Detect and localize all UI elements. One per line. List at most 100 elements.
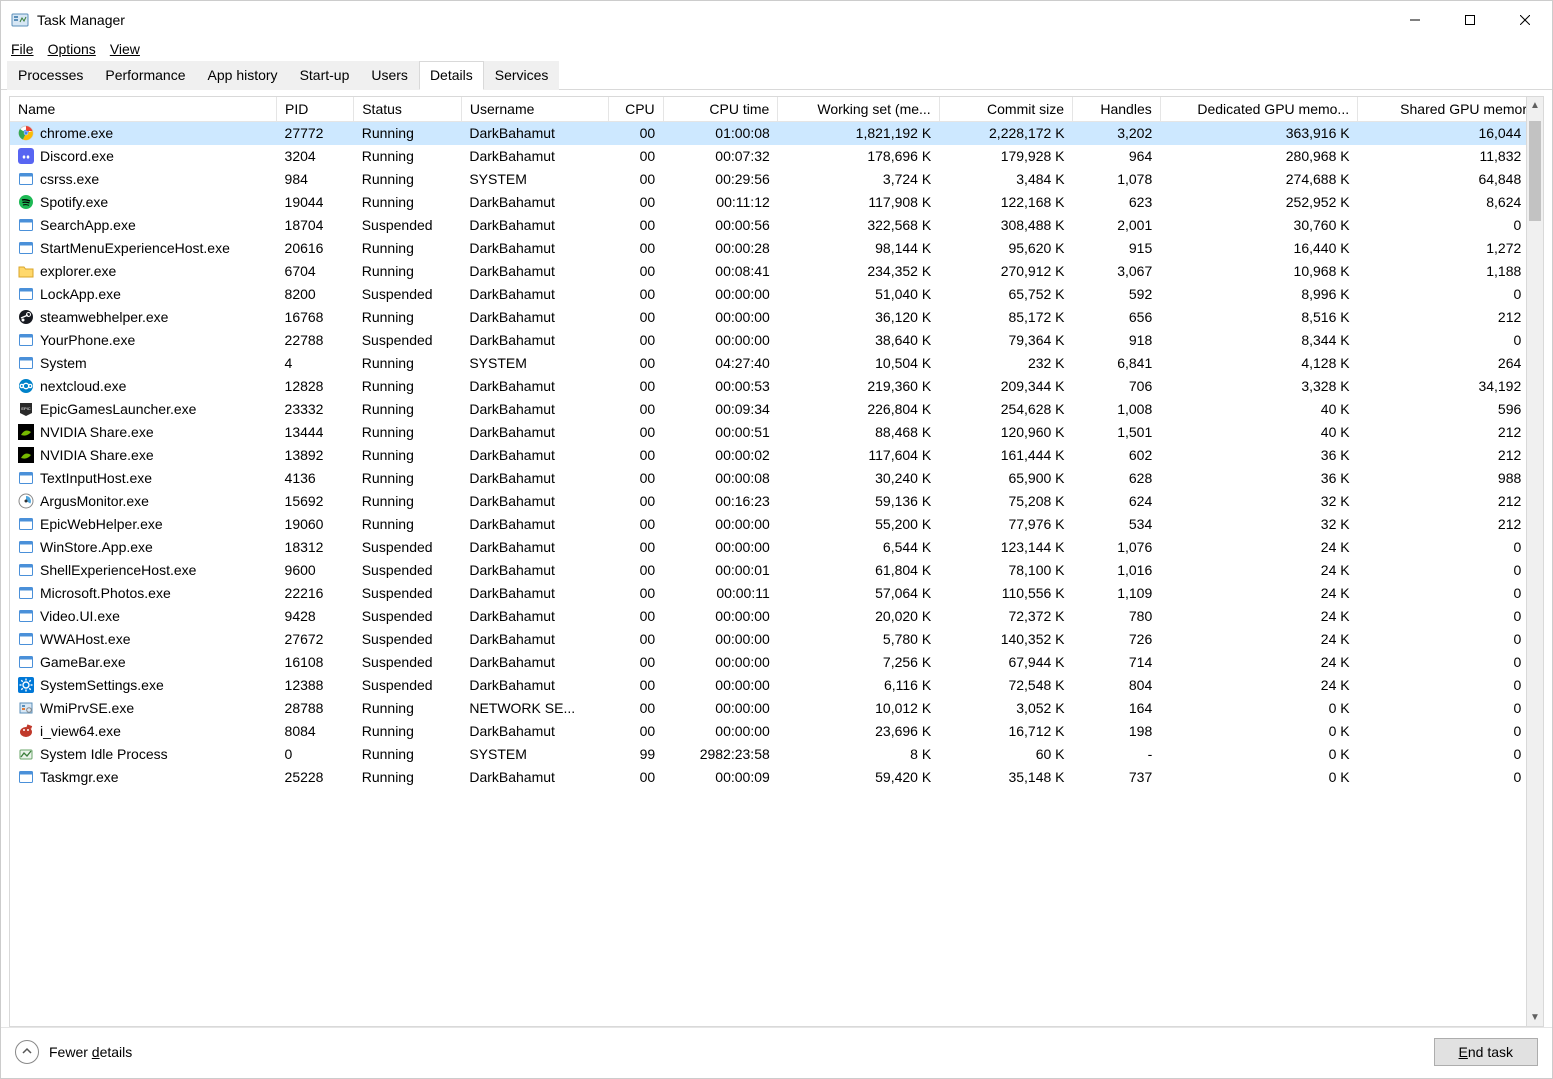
cell-cpu: 00: [609, 145, 663, 168]
cell-sgpu: 0 K: [1358, 582, 1543, 605]
process-row[interactable]: WWAHost.exe27672SuspendedDarkBahamut0000…: [10, 628, 1543, 651]
tab-start-up[interactable]: Start-up: [289, 61, 361, 90]
process-row[interactable]: ShellExperienceHost.exe9600SuspendedDark…: [10, 559, 1543, 582]
maximize-button[interactable]: [1442, 1, 1497, 39]
col-header-username[interactable]: Username: [461, 97, 608, 122]
process-row[interactable]: Discord.exe3204RunningDarkBahamut0000:07…: [10, 145, 1543, 168]
cell-sgpu: 64,848 K: [1358, 168, 1543, 191]
menu-file[interactable]: File: [11, 41, 34, 57]
scroll-thumb[interactable]: [1529, 121, 1541, 221]
cell-cpu: 00: [609, 697, 663, 720]
cell-cputime: 00:00:09: [663, 766, 778, 789]
process-icon: [18, 424, 34, 440]
tab-performance[interactable]: Performance: [94, 61, 196, 90]
tab-users[interactable]: Users: [360, 61, 419, 90]
col-header-cpu[interactable]: CPU: [609, 97, 663, 122]
process-icon: [18, 447, 34, 463]
end-task-button[interactable]: End task: [1434, 1038, 1538, 1066]
process-row[interactable]: NVIDIA Share.exe13892RunningDarkBahamut0…: [10, 444, 1543, 467]
process-name: EpicGamesLauncher.exe: [40, 401, 196, 417]
process-row[interactable]: i_view64.exe8084RunningDarkBahamut0000:0…: [10, 720, 1543, 743]
col-header-status[interactable]: Status: [354, 97, 462, 122]
cell-user: DarkBahamut: [461, 237, 608, 260]
process-row[interactable]: Video.UI.exe9428SuspendedDarkBahamut0000…: [10, 605, 1543, 628]
process-icon: [18, 309, 34, 325]
process-row[interactable]: csrss.exe984RunningSYSTEM0000:29:563,724…: [10, 168, 1543, 191]
col-header-handles[interactable]: Handles: [1073, 97, 1161, 122]
process-row[interactable]: WmiPrvSE.exe28788RunningNETWORK SE...000…: [10, 697, 1543, 720]
cell-commit: 35,148 K: [939, 766, 1072, 789]
col-header-name[interactable]: Name: [10, 97, 277, 122]
cell-cpu: 00: [609, 398, 663, 421]
process-row[interactable]: TextInputHost.exe4136RunningDarkBahamut0…: [10, 467, 1543, 490]
close-button[interactable]: [1497, 1, 1552, 39]
vertical-scrollbar[interactable]: ▲ ▼: [1526, 97, 1543, 1026]
process-icon: [18, 148, 34, 164]
process-row[interactable]: YourPhone.exe22788SuspendedDarkBahamut00…: [10, 329, 1543, 352]
process-row[interactable]: NVIDIA Share.exe13444RunningDarkBahamut0…: [10, 421, 1543, 444]
cell-ws: 117,908 K: [778, 191, 939, 214]
scroll-up-arrow[interactable]: ▲: [1527, 97, 1543, 114]
cell-user: DarkBahamut: [461, 191, 608, 214]
process-row[interactable]: SystemSettings.exe12388SuspendedDarkBaha…: [10, 674, 1543, 697]
col-header-commit[interactable]: Commit size: [939, 97, 1072, 122]
cell-sgpu: 8,624 K: [1358, 191, 1543, 214]
cell-dgpu: 32 K: [1160, 490, 1357, 513]
scroll-down-arrow[interactable]: ▼: [1527, 1009, 1543, 1026]
process-icon: [18, 769, 34, 785]
cell-status: Running: [354, 168, 462, 191]
cell-cputime: 00:29:56: [663, 168, 778, 191]
tab-processes[interactable]: Processes: [7, 61, 94, 90]
cell-handles: 592: [1073, 283, 1161, 306]
menu-options[interactable]: Options: [48, 41, 96, 57]
col-header-workingset[interactable]: Working set (me...: [778, 97, 939, 122]
process-row[interactable]: explorer.exe6704RunningDarkBahamut0000:0…: [10, 260, 1543, 283]
process-row[interactable]: SearchApp.exe18704SuspendedDarkBahamut00…: [10, 214, 1543, 237]
cell-status: Running: [354, 191, 462, 214]
cell-user: DarkBahamut: [461, 467, 608, 490]
tab-services[interactable]: Services: [484, 61, 560, 90]
cell-cputime: 00:00:00: [663, 674, 778, 697]
cell-commit: 16,712 K: [939, 720, 1072, 743]
cell-handles: 737: [1073, 766, 1161, 789]
cell-handles: 656: [1073, 306, 1161, 329]
process-row[interactable]: nextcloud.exe12828RunningDarkBahamut0000…: [10, 375, 1543, 398]
process-row[interactable]: System4RunningSYSTEM0004:27:4010,504 K23…: [10, 352, 1543, 375]
fewer-details-toggle[interactable]: Fewer details: [15, 1040, 132, 1064]
cell-handles: 915: [1073, 237, 1161, 260]
process-row[interactable]: StartMenuExperienceHost.exe20616RunningD…: [10, 237, 1543, 260]
process-row[interactable]: GameBar.exe16108SuspendedDarkBahamut0000…: [10, 651, 1543, 674]
tab-details[interactable]: Details: [419, 61, 484, 90]
process-row[interactable]: ArgusMonitor.exe15692RunningDarkBahamut0…: [10, 490, 1543, 513]
cell-pid: 4: [277, 352, 354, 375]
col-header-sgpu[interactable]: Shared GPU memory: [1358, 97, 1543, 122]
cell-cputime: 04:27:40: [663, 352, 778, 375]
cell-status: Suspended: [354, 605, 462, 628]
process-row[interactable]: Spotify.exe19044RunningDarkBahamut0000:1…: [10, 191, 1543, 214]
minimize-button[interactable]: [1387, 1, 1442, 39]
process-row[interactable]: chrome.exe27772RunningDarkBahamut0001:00…: [10, 122, 1543, 145]
cell-sgpu: 11,832 K: [1358, 145, 1543, 168]
cell-cpu: 00: [609, 605, 663, 628]
tab-app-history[interactable]: App history: [197, 61, 289, 90]
process-name: csrss.exe: [40, 171, 99, 187]
menu-view[interactable]: View: [110, 41, 140, 57]
process-row[interactable]: WinStore.App.exe18312SuspendedDarkBahamu…: [10, 536, 1543, 559]
process-row[interactable]: Microsoft.Photos.exe22216SuspendedDarkBa…: [10, 582, 1543, 605]
process-row[interactable]: Taskmgr.exe25228RunningDarkBahamut0000:0…: [10, 766, 1543, 789]
process-row[interactable]: EpicWebHelper.exe19060RunningDarkBahamut…: [10, 513, 1543, 536]
col-header-pid[interactable]: PID: [277, 97, 354, 122]
cell-sgpu: 1,272 K: [1358, 237, 1543, 260]
process-row[interactable]: steamwebhelper.exe16768RunningDarkBahamu…: [10, 306, 1543, 329]
process-name: Taskmgr.exe: [40, 769, 119, 785]
col-header-dgpu[interactable]: Dedicated GPU memo...: [1160, 97, 1357, 122]
cell-status: Running: [354, 306, 462, 329]
process-row[interactable]: System Idle Process0RunningSYSTEM992982:…: [10, 743, 1543, 766]
process-row[interactable]: LockApp.exe8200SuspendedDarkBahamut0000:…: [10, 283, 1543, 306]
task-manager-icon: [11, 11, 29, 29]
col-header-cputime[interactable]: CPU time: [663, 97, 778, 122]
cell-dgpu: 24 K: [1160, 605, 1357, 628]
cell-cpu: 00: [609, 651, 663, 674]
cell-ws: 36,120 K: [778, 306, 939, 329]
process-row[interactable]: EPICEpicGamesLauncher.exe23332RunningDar…: [10, 398, 1543, 421]
